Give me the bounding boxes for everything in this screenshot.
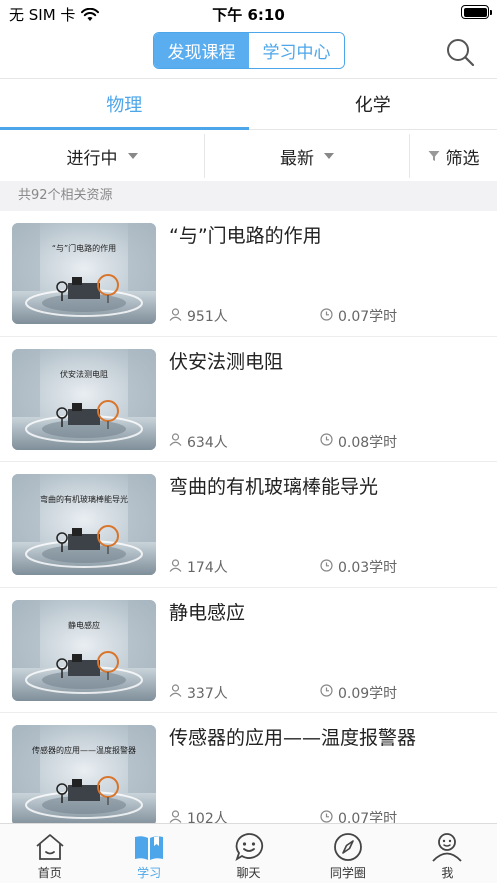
learner-count-value: 951人 [187, 309, 228, 325]
course-hours-value: 0.03学时 [338, 560, 398, 576]
clock-icon [320, 684, 333, 701]
learner-count-value: 174人 [187, 560, 228, 576]
filter-bar: 进行中 最新 筛选 [0, 131, 497, 181]
course-hours-value: 0.07学时 [338, 309, 398, 325]
clock-icon [320, 558, 333, 576]
course-list-item[interactable]: 弯曲的有机玻璃棒能导光 弯曲的有机玻璃棒能导光 174人 0.03学时 [0, 462, 497, 588]
sort-dropdown[interactable]: 最新 [205, 134, 410, 178]
battery-icon [461, 5, 492, 19]
course-list-item[interactable]: “与”门电路的作用 “与”门电路的作用 951人 0.07学时 [0, 211, 497, 337]
nav-chat-label: 聊天 [236, 866, 261, 880]
thumbnail-caption: 弯曲的有机玻璃棒能导光 [40, 495, 128, 504]
course-title: 静电感应 [169, 601, 246, 624]
bottom-tab-bar: 首页 学习 聊天 同学圈 我 [0, 823, 497, 883]
search-icon [447, 39, 475, 67]
course-title: 弯曲的有机玻璃棒能导光 [169, 476, 379, 498]
person-icon [169, 684, 182, 701]
clock-icon [320, 307, 333, 325]
nav-classmates[interactable]: 同学圈 [298, 824, 397, 883]
tab-physics[interactable]: 物理 [0, 79, 249, 130]
course-title: 伏安法测电阻 [169, 350, 284, 373]
search-button[interactable] [444, 36, 476, 68]
course-title: 传感器的应用——温度报警器 [169, 727, 417, 749]
course-list-item[interactable]: 静电感应 静电感应 337人 0.09学时 [0, 588, 497, 713]
book-icon [135, 836, 164, 860]
course-title: “与”门电路的作用 [169, 225, 322, 247]
course-hours: 0.03学时 [320, 557, 397, 577]
course-thumbnail: 静电感应 [12, 599, 156, 701]
learner-count-value: 337人 [187, 685, 228, 702]
learner-count: 174人 [169, 557, 228, 577]
subject-tabs: 物理 化学 [0, 78, 497, 130]
course-list-item[interactable]: 传感器的应用——温度报警器 传感器的应用——温度报警器 102人 0.07学时 [0, 713, 497, 823]
course-list-item[interactable]: 伏安法测电阻 伏安法测电阻 634人 0.08学时 [0, 337, 497, 462]
tab-chemistry[interactable]: 化学 [249, 79, 497, 129]
filter-button[interactable]: 筛选 [410, 131, 497, 181]
learner-count-value: 634人 [187, 434, 228, 451]
course-hours: 0.07学时 [320, 306, 397, 326]
person-icon [169, 558, 182, 576]
nav-study[interactable]: 学习 [99, 824, 198, 883]
thumbnail-caption: 静电感应 [68, 620, 100, 630]
course-hours: 0.07学时 [320, 808, 397, 823]
funnel-icon [428, 151, 439, 161]
nav-study-label: 学习 [137, 866, 162, 880]
course-thumbnail: 传感器的应用——温度报警器 [12, 725, 156, 823]
learner-count: 951人 [169, 306, 228, 326]
course-hours-value: 0.09学时 [338, 685, 398, 702]
sort-dropdown-label: 最新 [280, 148, 314, 169]
course-thumbnail: 弯曲的有机玻璃棒能导光 [12, 474, 156, 575]
course-segmented-control: 发现课程 学习中心 [153, 32, 345, 69]
clock-icon [320, 809, 333, 824]
clock-icon [320, 433, 333, 450]
learner-count: 337人 [169, 683, 228, 703]
learner-count: 634人 [169, 432, 228, 452]
tab-discover-courses[interactable]: 发现课程 [154, 33, 249, 68]
course-list: “与”门电路的作用 “与”门电路的作用 951人 0.07学时 伏安法测电阻 伏… [0, 211, 497, 823]
result-count: 共92个相关资源 [0, 181, 497, 211]
home-icon [36, 834, 64, 860]
nav-classmates-label: 同学圈 [329, 866, 366, 880]
person-icon [169, 307, 182, 325]
course-hours: 0.08学时 [320, 432, 397, 452]
nav-home[interactable]: 首页 [0, 824, 99, 883]
learner-count-value: 102人 [187, 811, 228, 823]
clock: 下午 6:10 [212, 6, 285, 24]
thumbnail-caption: 伏安法测电阻 [60, 369, 108, 379]
tab-learning-center[interactable]: 学习中心 [249, 33, 344, 68]
nav-home-label: 首页 [37, 866, 62, 880]
person-icon [169, 809, 182, 824]
thumbnail-caption: 传感器的应用——温度报警器 [32, 746, 136, 755]
learner-count: 102人 [169, 808, 228, 823]
course-thumbnail: 伏安法测电阻 [12, 348, 156, 450]
person-icon [169, 433, 182, 450]
course-hours-value: 0.08学时 [338, 434, 398, 451]
compass-icon [334, 833, 362, 861]
course-hours: 0.09学时 [320, 683, 397, 703]
course-hours-value: 0.07学时 [338, 811, 398, 823]
thumbnail-caption: “与”门电路的作用 [51, 244, 117, 253]
profile-icon [432, 833, 462, 862]
nav-profile[interactable]: 我 [398, 824, 497, 883]
status-dropdown-label: 进行中 [66, 148, 118, 169]
filter-button-label: 筛选 [445, 148, 480, 169]
caret-down-icon [127, 153, 138, 159]
course-thumbnail: “与”门电路的作用 [12, 223, 156, 324]
chat-icon [234, 833, 263, 862]
status-bar: 无 SIM 卡 下午 6:10 [0, 0, 497, 26]
nav-chat[interactable]: 聊天 [199, 824, 298, 883]
caret-down-icon [324, 153, 334, 159]
top-header: 发现课程 学习中心 [0, 26, 497, 78]
nav-profile-label: 我 [441, 866, 454, 880]
status-dropdown[interactable]: 进行中 [0, 134, 205, 178]
